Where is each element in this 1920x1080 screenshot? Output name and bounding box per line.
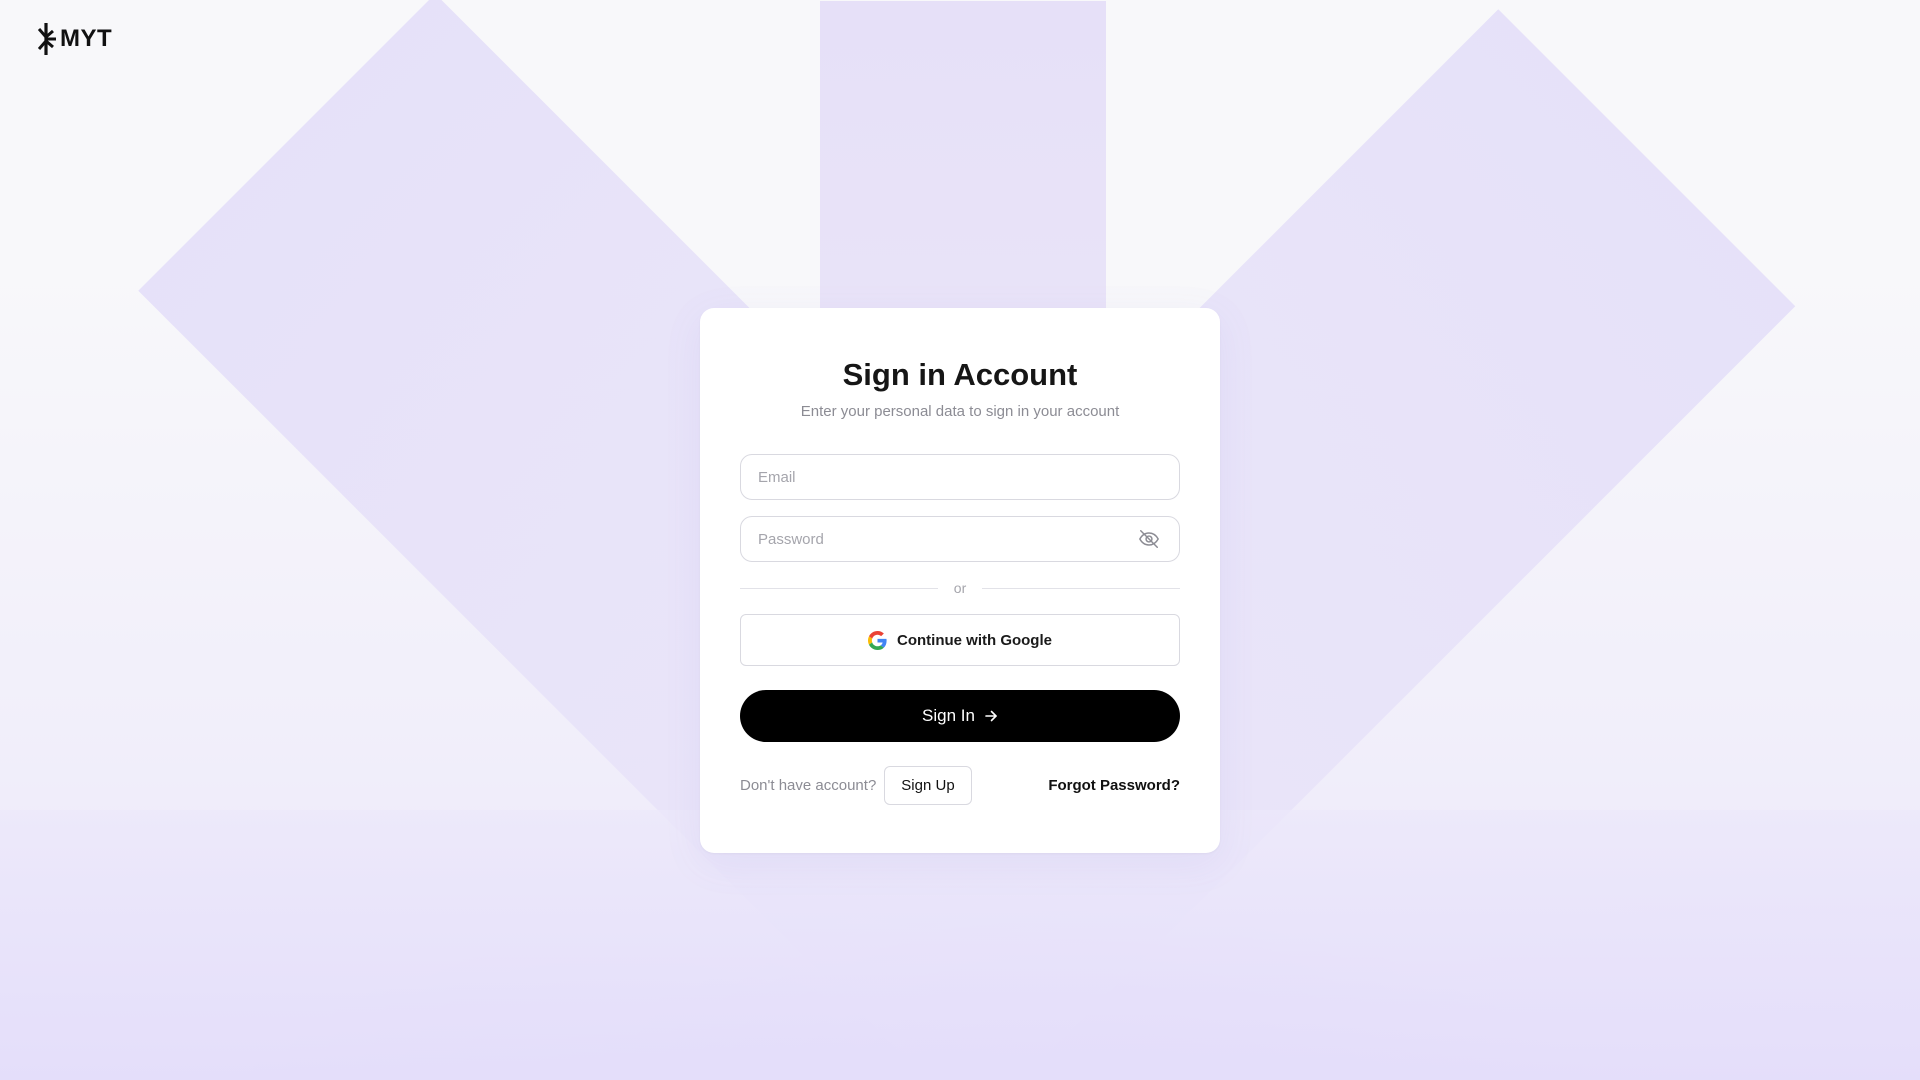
brand-logo[interactable]: MYT — [38, 22, 112, 56]
signin-footer: Don't have account? Sign Up Forgot Passw… — [740, 766, 1180, 806]
page-title: Sign in Account — [842, 357, 1078, 392]
password-field-wrapper — [740, 516, 1180, 563]
email-field[interactable] — [741, 455, 1179, 500]
divider-line-left — [740, 587, 938, 589]
brand-name: MYT — [60, 25, 113, 52]
forgot-password-link[interactable]: Forgot Password? — [1048, 777, 1180, 794]
page-subtitle: Enter your personal data to sign in your… — [800, 403, 1120, 421]
signin-card: Sign in Account Enter your personal data… — [700, 308, 1220, 853]
sign-up-button[interactable]: Sign Up — [884, 766, 972, 806]
no-account-text: Don't have account? — [740, 777, 877, 795]
eye-off-icon — [1139, 530, 1159, 549]
sign-in-button[interactable]: Sign In — [740, 690, 1180, 743]
divider-text: or — [953, 580, 967, 597]
password-visibility-toggle[interactable] — [1137, 527, 1161, 551]
myt-logo-icon — [38, 23, 56, 55]
email-field-wrapper — [740, 454, 1180, 501]
signup-prompt: Don't have account? Sign Up — [740, 766, 972, 806]
continue-with-google-button[interactable]: Continue with Google — [740, 614, 1180, 667]
divider-line-right — [982, 587, 1181, 589]
sign-in-button-label: Sign In — [922, 706, 975, 726]
password-field[interactable] — [741, 517, 1179, 562]
google-button-label: Continue with Google — [897, 631, 1052, 649]
arrow-right-icon — [985, 710, 997, 722]
or-divider: or — [740, 578, 1181, 598]
google-icon — [868, 630, 887, 650]
